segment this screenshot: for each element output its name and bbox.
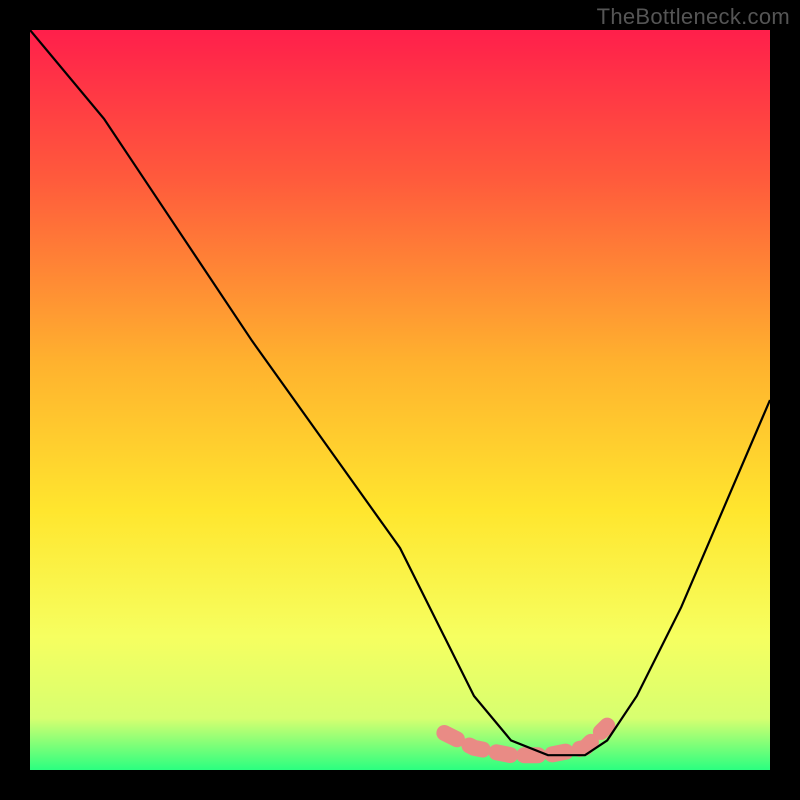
chart-svg xyxy=(30,30,770,770)
chart-frame: TheBottleneck.com xyxy=(0,0,800,800)
chart-plot xyxy=(30,30,770,770)
chart-background xyxy=(30,30,770,770)
watermark-text: TheBottleneck.com xyxy=(597,4,790,30)
